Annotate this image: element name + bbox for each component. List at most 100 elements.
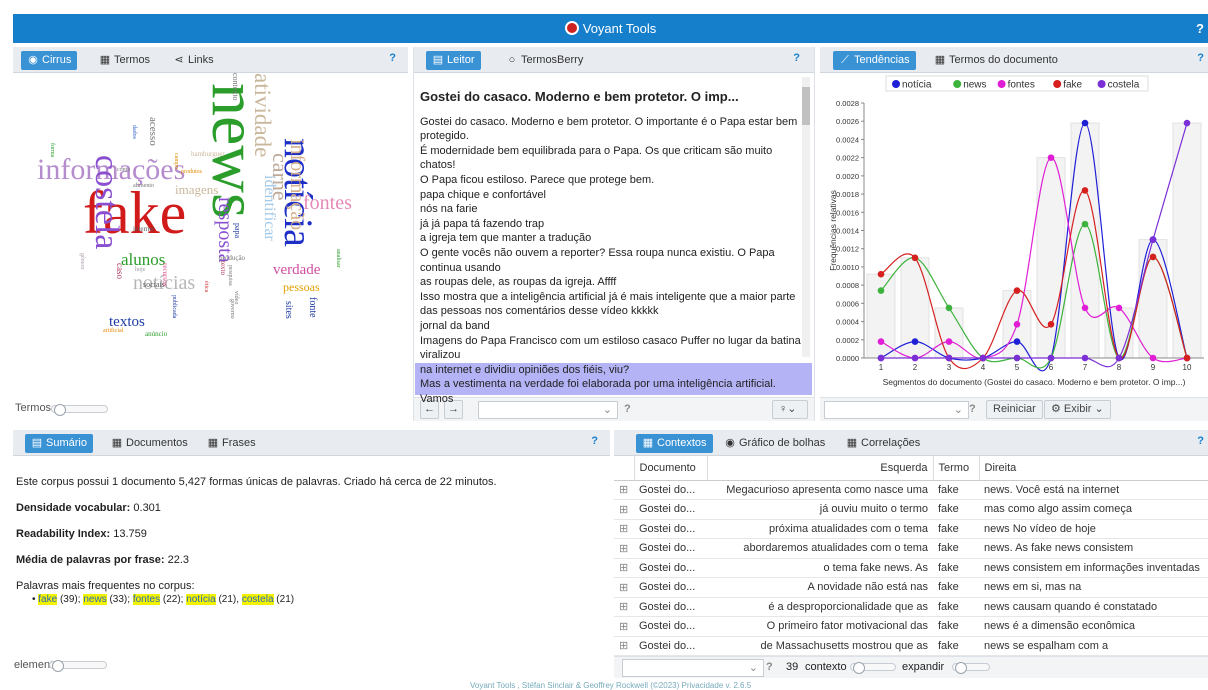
- cloud-word[interactable]: identificar: [261, 175, 278, 241]
- cloud-word[interactable]: resposta: [214, 197, 236, 263]
- column-right[interactable]: Direita: [979, 456, 1208, 481]
- cloud-word[interactable]: dados: [131, 125, 137, 139]
- tab-contexts[interactable]: ▦ Contextos: [636, 434, 713, 453]
- cell-document: Gostei do...: [634, 577, 707, 598]
- table-row[interactable]: ⊞ Gostei do... abordaremos atualidades com…: [614, 538, 1208, 559]
- cloud-word[interactable]: analisar: [335, 249, 341, 268]
- tab-links[interactable]: ⋖ Links: [167, 51, 220, 70]
- expand-row-icon[interactable]: ⊞: [614, 558, 634, 578]
- cloud-word[interactable]: conta: [117, 167, 130, 173]
- frequent-word-link[interactable]: costela: [241, 594, 274, 605]
- y-tick-label: 0.0012: [836, 245, 859, 254]
- app-help-icon[interactable]: ?: [1196, 14, 1204, 43]
- expand-row-icon[interactable]: ⊞: [614, 499, 634, 520]
- contexts-toolbar: ⌄ ? 39 contexto expandir: [614, 656, 1208, 678]
- table-row[interactable]: ⊞ Gostei do... próxima atualidades com o t…: [614, 519, 1208, 539]
- context-slider[interactable]: [850, 662, 896, 674]
- data-point: [1013, 338, 1021, 345]
- table-row[interactable]: ⊞ Gostei do... Megacurioso apresenta como …: [614, 480, 1208, 500]
- cloud-word[interactable]: ética: [203, 281, 209, 292]
- reader-help-icon[interactable]: ?: [793, 52, 800, 64]
- cloud-word[interactable]: internet: [133, 226, 154, 233]
- cloud-word[interactable]: alimento: [133, 183, 154, 189]
- frequent-word-link[interactable]: fake: [38, 594, 58, 605]
- table-row[interactable]: ⊞ Gostei do... de Massachusetts mostrou qu…: [614, 636, 1208, 656]
- cloud-word[interactable]: fonte: [307, 297, 318, 318]
- expand-row-icon[interactable]: ⊞: [614, 597, 634, 617]
- tab-cirrus[interactable]: ◉ Cirrus: [21, 51, 78, 70]
- cloud-word[interactable]: governo: [229, 299, 235, 319]
- table-row[interactable]: ⊞ Gostei do... o tema fake news. As fake new…: [614, 558, 1208, 578]
- tab-reader[interactable]: ▤ Leitor: [426, 51, 481, 70]
- avg-words-per-sentence: Média de palavras por frase: 22.3: [16, 554, 190, 566]
- tab-termsberry[interactable]: ○ TermosBerry: [500, 51, 589, 70]
- table-row[interactable]: ⊞ Gostei do... O primeiro fator motivacion…: [614, 616, 1208, 637]
- cloud-word[interactable]: imagens: [175, 183, 218, 196]
- tab-documents[interactable]: ▦ Documentos: [105, 434, 194, 453]
- cloud-word[interactable]: informação: [286, 139, 308, 230]
- expand-slider[interactable]: [952, 662, 990, 674]
- cloud-word[interactable]: produtos: [181, 169, 202, 175]
- cloud-word[interactable]: anúncio: [145, 331, 167, 338]
- contexts-help-icon[interactable]: ?: [1197, 435, 1204, 447]
- frequent-word-link[interactable]: fontes: [132, 594, 161, 605]
- expand-row-icon[interactable]: ⊞: [614, 636, 634, 656]
- table-row[interactable]: ⊞ Gostei do... A novidade não está nas fake…: [614, 577, 1208, 598]
- trends-help-icon[interactable]: ?: [1197, 52, 1204, 64]
- cloud-word[interactable]: verdade: [273, 263, 320, 278]
- cloud-word[interactable]: atividade: [250, 73, 275, 157]
- table-row[interactable]: ⊞ Gostei do... já ouviu muito o termo fake m…: [614, 499, 1208, 520]
- cloud-word[interactable]: hamburguer: [191, 151, 225, 158]
- cloud-word[interactable]: pessoas: [283, 281, 320, 293]
- cloud-word[interactable]: contexto: [231, 73, 240, 101]
- cell-right: news. As fake news consistem: [979, 538, 1208, 559]
- cloud-word[interactable]: alunos: [121, 251, 165, 268]
- cloud-word[interactable]: papa: [233, 223, 242, 238]
- column-left[interactable]: Esquerda: [707, 456, 934, 481]
- contexts-combo-help-icon[interactable]: ?: [766, 661, 773, 673]
- cloud-word[interactable]: recursos: [161, 263, 169, 286]
- tab-correlations[interactable]: ▦ Correlações: [840, 434, 926, 453]
- column-document[interactable]: Documento: [634, 456, 708, 481]
- trends-combo-help-icon[interactable]: ?: [969, 403, 976, 415]
- element-slider[interactable]: [49, 660, 107, 672]
- tab-phrases[interactable]: ▦ Frases: [201, 434, 262, 453]
- contexts-search-combo[interactable]: ⌄: [622, 659, 764, 677]
- cloud-word[interactable]: pesquisa: [227, 265, 233, 286]
- cloud-word[interactable]: acesso: [147, 117, 159, 146]
- summary-help-icon[interactable]: ?: [591, 435, 598, 447]
- cirrus-help-icon[interactable]: ?: [389, 52, 396, 64]
- cloud-word[interactable]: publicada: [171, 295, 177, 318]
- cloud-word[interactable]: campo: [173, 153, 179, 169]
- cell-left: Megacurioso apresenta como nasce uma: [707, 480, 933, 500]
- trends-search-combo[interactable]: ⌄: [824, 401, 969, 419]
- reset-button[interactable]: Reiniciar: [986, 400, 1043, 419]
- tab-document-terms[interactable]: ▦ Termos do documento: [928, 51, 1064, 70]
- expand-row-icon[interactable]: ⊞: [614, 480, 634, 500]
- column-term[interactable]: Termo: [933, 456, 980, 481]
- cloud-word[interactable]: caso: [115, 263, 125, 279]
- show-button[interactable]: ⚙ Exibir ⌄: [1044, 400, 1111, 419]
- cloud-word[interactable]: sites: [283, 301, 294, 319]
- terms-slider[interactable]: [51, 404, 108, 416]
- frequent-word-link[interactable]: news: [83, 594, 107, 605]
- expand-row-icon[interactable]: ⊞: [614, 519, 634, 539]
- frequent-word-link[interactable]: notícia: [186, 594, 216, 605]
- tab-summary[interactable]: ▤ Sumário: [25, 434, 93, 453]
- cloud-word[interactable]: forma: [49, 143, 55, 157]
- reader-line: O Papa ficou estiloso. Parece que proteg…: [420, 173, 655, 186]
- tab-trends[interactable]: ⟋ Tendências: [833, 51, 916, 70]
- table-row[interactable]: ⊞ Gostei do... é a desproporcionalidade qu…: [614, 597, 1208, 617]
- cloud-word[interactable]: artificial: [103, 328, 123, 334]
- cloud-word[interactable]: gênero: [79, 253, 85, 269]
- legend-label: costela: [1108, 80, 1140, 91]
- tab-terms[interactable]: ▦ Termos: [93, 51, 156, 70]
- tab-bubble-chart[interactable]: ◉ Gráfico de bolhas: [718, 434, 831, 453]
- cloud-word[interactable]: texto: [219, 261, 227, 275]
- cloud-word[interactable]: fontes: [303, 193, 352, 213]
- expand-row-icon[interactable]: ⊞: [614, 538, 634, 559]
- expand-row-icon[interactable]: ⊞: [614, 577, 634, 598]
- expand-row-icon[interactable]: ⊞: [614, 616, 634, 637]
- cloud-word[interactable]: hoje: [135, 267, 145, 273]
- document-title: Gostei do casaco. Moderno e bem protetor…: [420, 89, 739, 104]
